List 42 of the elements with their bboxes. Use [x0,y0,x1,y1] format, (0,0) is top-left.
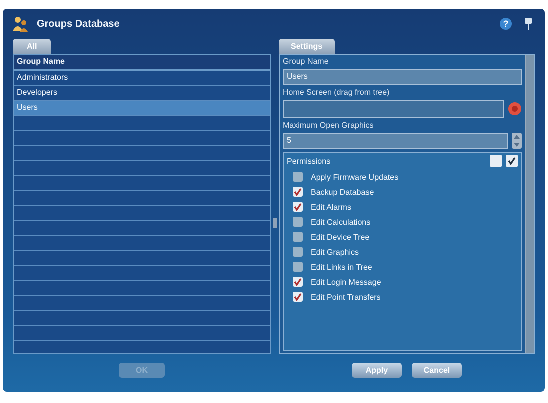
permission-label: Edit Alarms [311,202,352,212]
permission-label: Backup Database [311,188,374,196]
permission-label: Edit Graphics [311,248,360,256]
permission-label: Edit Login Message [311,278,382,286]
splitter-handle[interactable] [273,218,277,228]
checkbox[interactable] [293,232,303,242]
users-icon [13,16,29,32]
checkbox[interactable] [293,247,303,257]
permission-label: Edit Calculations [311,218,371,226]
checkbox[interactable] [293,277,303,287]
checkbox[interactable] [293,172,303,182]
permission-label: Apply Firmware Updates [311,172,399,182]
check-all-icon[interactable] [506,155,518,167]
max-graphics-field[interactable]: 5 [283,133,508,149]
field-label: Maximum Open Graphics [283,121,375,130]
field-label: Group Name [283,57,330,66]
checkbox[interactable] [293,217,303,227]
spinner-icon[interactable] [512,133,522,149]
uncheck-all-icon[interactable] [490,155,502,167]
clear-icon[interactable] [508,102,522,116]
tab[interactable]: Settings [279,39,335,54]
field-label: Home Screen (drag from tree) [283,88,391,97]
scrollbar[interactable] [525,55,534,353]
tab[interactable]: All [13,39,52,54]
checkbox[interactable] [293,292,303,302]
pin-icon[interactable] [524,18,533,30]
permission-label: Edit Links in Tree [311,262,372,272]
permissions-label: Permissions [287,156,331,166]
help-button[interactable]: ? [500,18,512,30]
dialog-button[interactable]: Cancel [412,362,462,378]
permission-label: Edit Point Transfers [311,292,381,302]
window-title: Groups Database [37,18,120,30]
permission-label: Edit Device Tree [311,232,370,242]
checkbox[interactable] [293,262,303,272]
checkbox[interactable] [293,187,303,197]
column-header: Group Name [14,55,270,71]
group-name-field[interactable]: Users [283,69,522,85]
list-item[interactable]: Administrators [14,71,270,86]
home-screen-field[interactable] [283,100,504,118]
list-item[interactable]: Users [14,101,270,116]
checkbox[interactable] [293,202,303,212]
dialog-button[interactable]: Apply [352,362,402,378]
